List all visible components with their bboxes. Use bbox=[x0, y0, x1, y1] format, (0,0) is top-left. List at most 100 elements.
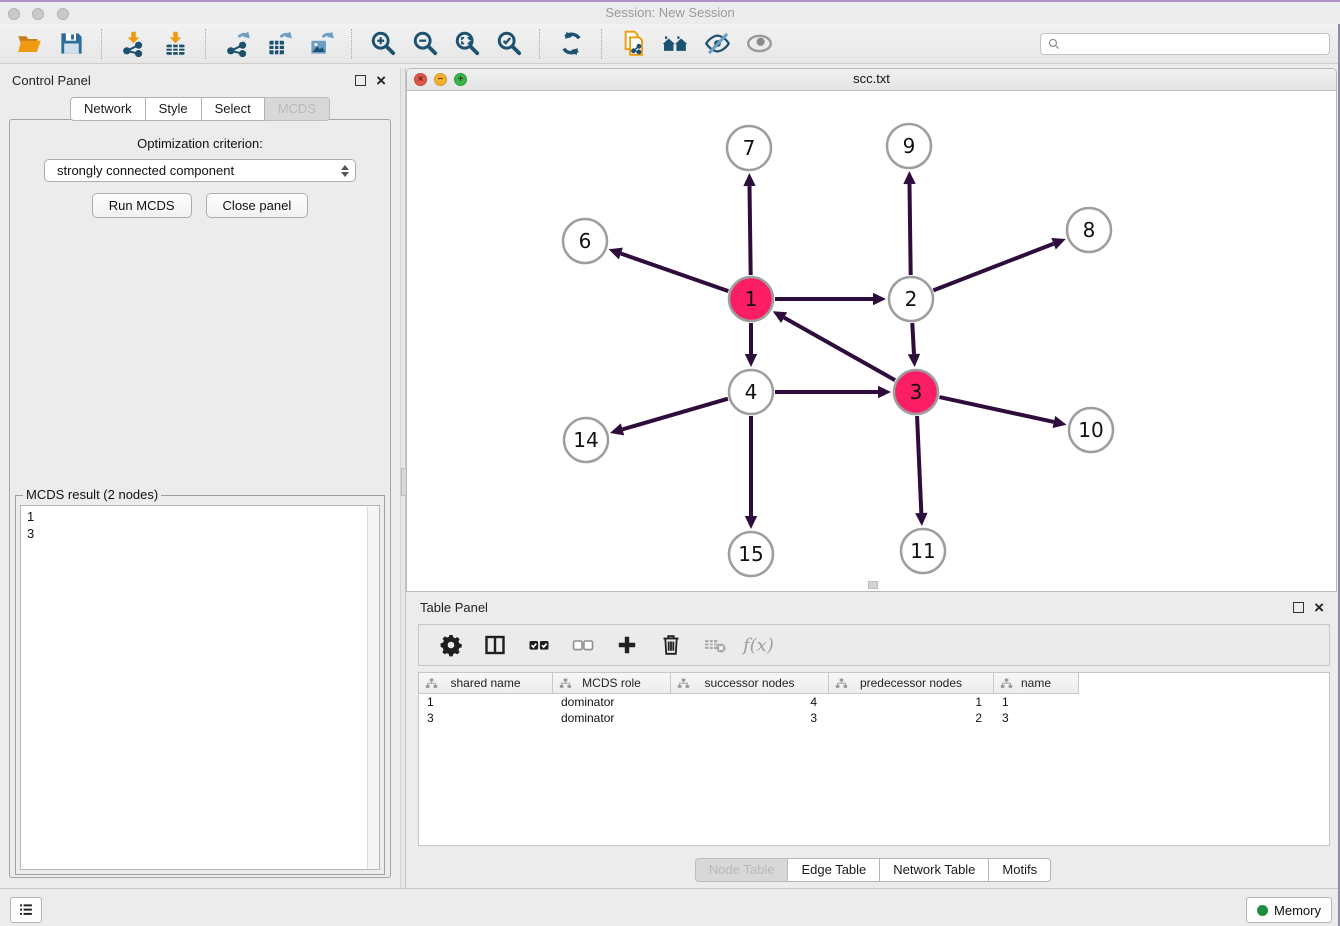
window-zoom-icon[interactable] bbox=[57, 8, 69, 20]
export-network-button[interactable] bbox=[216, 27, 258, 61]
close-panel-button[interactable]: Close panel bbox=[206, 193, 309, 218]
search-input[interactable] bbox=[1065, 35, 1329, 53]
export-table-icon bbox=[266, 30, 293, 57]
graph-edge-3-11[interactable] bbox=[917, 416, 921, 513]
home-layout-button[interactable] bbox=[654, 27, 696, 61]
cell-predecessor-nodes[interactable]: 1 bbox=[829, 695, 994, 709]
graph-edge-3-1[interactable] bbox=[784, 318, 895, 381]
close-panel-icon[interactable]: × bbox=[376, 76, 386, 86]
toolbar-separator bbox=[601, 29, 603, 59]
toolbar-separator bbox=[205, 29, 207, 59]
tab-motifs[interactable]: Motifs bbox=[989, 858, 1051, 882]
float-panel-icon[interactable] bbox=[355, 75, 366, 86]
table-row[interactable]: 1dominator411 bbox=[419, 694, 1329, 710]
graph-edge-2-8[interactable] bbox=[933, 244, 1053, 291]
window-minimize-icon[interactable] bbox=[32, 8, 44, 20]
deselect-all-checkboxes-icon bbox=[571, 633, 595, 657]
split-panel-icon bbox=[483, 633, 507, 657]
function-builder-icon: f(x) bbox=[741, 633, 777, 657]
tab-mcds[interactable]: MCDS bbox=[265, 97, 330, 121]
graph-edge-arrowhead bbox=[903, 171, 915, 184]
run-mcds-button[interactable]: Run MCDS bbox=[92, 193, 192, 218]
tab-edge-table[interactable]: Edge Table bbox=[788, 858, 880, 882]
column-header-name[interactable]: name bbox=[994, 673, 1079, 693]
memory-status-icon bbox=[1257, 905, 1268, 916]
node-table: shared name MCDS role successor nodes prede… bbox=[418, 672, 1330, 846]
copy-network-button[interactable] bbox=[612, 27, 654, 61]
graph-edge-2-3[interactable] bbox=[912, 323, 914, 354]
graph-edge-1-6[interactable] bbox=[621, 254, 728, 292]
task-history-button[interactable] bbox=[10, 897, 42, 923]
network-resize-handle[interactable] bbox=[868, 581, 878, 589]
cell-shared-name[interactable]: 1 bbox=[419, 695, 553, 709]
zoom-fit-button[interactable] bbox=[446, 27, 488, 61]
export-image-button[interactable] bbox=[300, 27, 342, 61]
tab-network[interactable]: Network bbox=[70, 97, 146, 121]
table-panel: Table Panel × f(x) shared nameMCDS roles… bbox=[406, 594, 1340, 888]
hierarchy-icon bbox=[835, 678, 848, 689]
column-header-shared-name[interactable]: shared name bbox=[419, 673, 553, 693]
hierarchy-icon bbox=[425, 678, 438, 689]
cell-shared-name[interactable]: 3 bbox=[419, 711, 553, 725]
tab-style[interactable]: Style bbox=[146, 97, 202, 121]
open-folder-button[interactable] bbox=[8, 27, 50, 61]
zoom-selected-button[interactable] bbox=[488, 27, 530, 61]
graph-edge-arrowhead bbox=[878, 386, 891, 398]
mcds-result-text[interactable]: 1 3 bbox=[20, 505, 380, 870]
import-network-button[interactable] bbox=[112, 27, 154, 61]
add-column-button[interactable] bbox=[609, 629, 645, 661]
mcds-result-scrollbar[interactable] bbox=[367, 505, 380, 870]
column-header-predecessor-nodes[interactable]: predecessor nodes bbox=[829, 673, 994, 693]
column-label: successor nodes bbox=[704, 676, 794, 690]
cell-MCDS-role[interactable]: dominator bbox=[553, 711, 671, 725]
export-table-button[interactable] bbox=[258, 27, 300, 61]
zoom-out-button[interactable] bbox=[404, 27, 446, 61]
table-row[interactable]: 3dominator323 bbox=[419, 710, 1329, 726]
tab-network-table[interactable]: Network Table bbox=[880, 858, 989, 882]
window-close-icon[interactable] bbox=[8, 8, 20, 20]
deselect-all-checkboxes-button[interactable] bbox=[565, 629, 601, 661]
delete-rows-button[interactable] bbox=[653, 629, 689, 661]
select-all-checkboxes-button[interactable] bbox=[521, 629, 557, 661]
save-session-button[interactable] bbox=[50, 27, 92, 61]
toolbar-separator bbox=[539, 29, 541, 59]
graph-edge-1-7[interactable] bbox=[750, 186, 751, 275]
show-graphics-button[interactable] bbox=[738, 27, 780, 61]
graph-edge-arrowhead bbox=[610, 423, 624, 435]
settings-gear-button[interactable] bbox=[433, 629, 469, 661]
network-canvas[interactable]: 7968124314101511 bbox=[407, 91, 1336, 593]
column-label: shared name bbox=[450, 676, 520, 690]
status-bar: Memory bbox=[0, 888, 1340, 926]
split-panel-button[interactable] bbox=[477, 629, 513, 661]
zoom-in-button[interactable] bbox=[362, 27, 404, 61]
memory-button[interactable]: Memory bbox=[1246, 897, 1332, 923]
import-table-button[interactable] bbox=[154, 27, 196, 61]
network-close-icon[interactable]: × bbox=[414, 73, 427, 86]
float-table-panel-icon[interactable] bbox=[1293, 602, 1304, 613]
graph-node-label: 10 bbox=[1078, 418, 1103, 442]
column-header-MCDS-role[interactable]: MCDS role bbox=[553, 673, 671, 693]
cell-name[interactable]: 1 bbox=[994, 695, 1079, 709]
cell-successor-nodes[interactable]: 3 bbox=[671, 711, 829, 725]
tab-select[interactable]: Select bbox=[202, 97, 265, 121]
hide-graphics-button[interactable] bbox=[696, 27, 738, 61]
network-minimize-icon[interactable]: − bbox=[434, 73, 447, 86]
close-table-panel-icon[interactable]: × bbox=[1314, 603, 1324, 613]
search-box[interactable] bbox=[1040, 33, 1330, 55]
cell-predecessor-nodes[interactable]: 2 bbox=[829, 711, 994, 725]
add-column-icon bbox=[615, 633, 639, 657]
cell-successor-nodes[interactable]: 4 bbox=[671, 695, 829, 709]
graph-edge-3-10[interactable] bbox=[939, 397, 1053, 422]
tab-node-table[interactable]: Node Table bbox=[695, 858, 789, 882]
graph-edge-2-9[interactable] bbox=[909, 184, 910, 275]
graph-edge-4-14[interactable] bbox=[622, 399, 727, 430]
criterion-value: strongly connected component bbox=[57, 163, 341, 178]
network-title: scc.txt bbox=[407, 69, 1336, 89]
refresh-layout-button[interactable] bbox=[550, 27, 592, 61]
graph-node-label: 3 bbox=[910, 380, 923, 404]
cell-name[interactable]: 3 bbox=[994, 711, 1079, 725]
column-header-successor-nodes[interactable]: successor nodes bbox=[671, 673, 829, 693]
criterion-dropdown[interactable]: strongly connected component bbox=[44, 159, 356, 182]
network-zoom-icon[interactable]: + bbox=[454, 73, 467, 86]
cell-MCDS-role[interactable]: dominator bbox=[553, 695, 671, 709]
